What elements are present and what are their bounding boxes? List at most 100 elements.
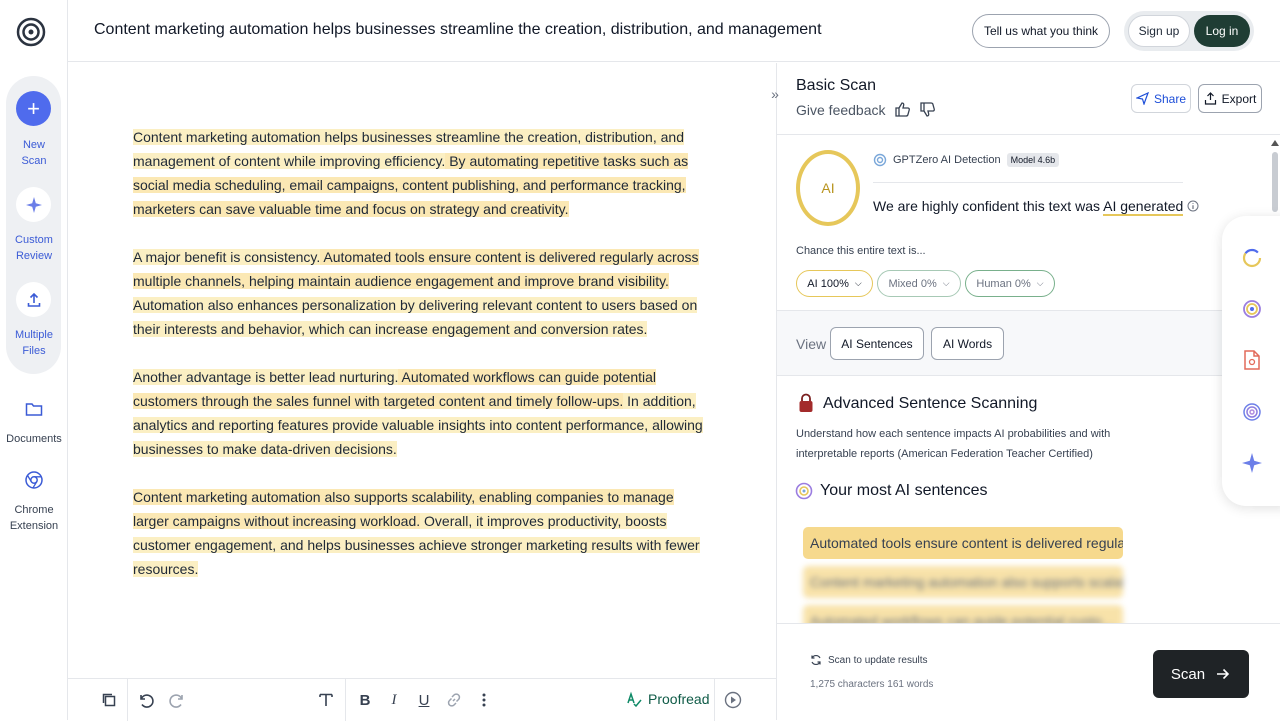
refresh-icon <box>811 654 821 666</box>
chrome-extension-label[interactable]: Chrome Extension <box>0 502 68 534</box>
model-badge: Model 4.6b <box>1006 153 1060 167</box>
human-percent-label: Human 0% <box>976 277 1031 290</box>
documents-button[interactable] <box>22 397 46 421</box>
view-label: View <box>796 336 827 352</box>
folder-icon <box>25 403 43 416</box>
document-body[interactable]: Content marketing automation helps busin… <box>133 125 713 605</box>
ai-sentence-item: Content marketing automation also suppor… <box>803 566 1123 598</box>
proofread-icon <box>627 691 642 707</box>
auth-group: Sign up Log in <box>1124 11 1254 51</box>
custom-review-label[interactable]: Custom Review <box>0 232 68 264</box>
detector-row: GPTZero AI Detection Model 4.6b <box>873 153 1060 167</box>
share-button[interactable]: Share <box>1131 84 1191 113</box>
scan-button[interactable]: Scan <box>1153 650 1249 698</box>
floating-tools <box>1222 216 1280 506</box>
collapse-panel-icon[interactable]: » <box>765 84 785 104</box>
ai-sentence-item[interactable]: Automated tools ensure content is delive… <box>803 527 1123 559</box>
chrome-icon <box>25 471 43 489</box>
redo-icon[interactable] <box>166 689 188 711</box>
info-icon[interactable] <box>1187 200 1199 212</box>
left-sidebar: + New Scan Custom Review Multiple Files Doc… <box>0 0 68 720</box>
sparkle-icon <box>25 196 42 213</box>
confidence-mid: this text was <box>1019 198 1104 214</box>
toolbar-divider <box>714 679 715 721</box>
confidence-verdict: AI generated <box>1103 198 1184 216</box>
toolbar-divider <box>345 679 346 721</box>
document-report-icon[interactable] <box>1240 348 1264 372</box>
advanced-scanning-title: Advanced Sentence Scanning <box>823 395 1038 412</box>
scan-status-label: Scan to update results <box>828 654 928 666</box>
results-panel: Basic Scan Give feedback Share Export AI… <box>776 63 1280 720</box>
paragraph: Content marketing automation also suppor… <box>133 485 713 581</box>
document-title[interactable]: Content marketing automation helps busin… <box>94 21 822 39</box>
advanced-scanning-desc: Understand how each sentence impacts AI … <box>796 428 1111 460</box>
most-ai-sentences-title: Your most AI sentences <box>820 482 988 499</box>
ai-words-button[interactable]: AI Words <box>931 327 1004 360</box>
fingerprint-icon[interactable] <box>1240 400 1264 424</box>
arrow-right-icon <box>1217 668 1230 680</box>
ai-scan-tool-icon[interactable] <box>1240 246 1264 270</box>
gptzero-logo[interactable] <box>15 14 47 50</box>
chevron-down-icon: ⌵ <box>942 278 950 288</box>
ai-percent-pill[interactable]: AI 100% ⌵ <box>796 270 873 297</box>
sentence: Another advantage is better lead nurturi… <box>133 369 399 385</box>
play-icon[interactable] <box>722 689 744 711</box>
copy-icon[interactable] <box>98 689 120 711</box>
character-word-count: 1,275 characters 161 words <box>810 679 934 690</box>
paragraph: A major benefit is consistency. Automate… <box>133 245 713 341</box>
sign-up-button[interactable]: Sign up <box>1128 15 1190 47</box>
ai-percent-label: AI 100% <box>807 277 849 290</box>
link-icon[interactable] <box>443 689 465 711</box>
scan-status: Scan to update results <box>810 654 928 666</box>
custom-review-button[interactable] <box>16 187 51 222</box>
text-style-icon[interactable] <box>315 689 337 711</box>
thumbs-down-icon[interactable] <box>919 101 936 118</box>
editor-toolbar: B I U Proofread <box>68 678 776 721</box>
multiple-files-button[interactable] <box>16 282 51 317</box>
new-scan-label[interactable]: New Scan <box>0 137 68 169</box>
scan-label: Scan <box>1170 665 1206 683</box>
panel-title: Basic Scan <box>796 77 877 94</box>
undo-icon[interactable] <box>135 689 157 711</box>
export-icon <box>1204 92 1216 105</box>
mixed-percent-label: Mixed 0% <box>888 277 937 290</box>
scroll-thumb[interactable] <box>1272 152 1278 212</box>
thumbs-up-icon[interactable] <box>894 101 911 118</box>
confidence-level: highly confident <box>921 198 1020 214</box>
more-options-icon[interactable] <box>473 689 495 711</box>
top-header: Content marketing automation helps busin… <box>68 0 1280 62</box>
ai-score-ring: AI <box>796 150 860 226</box>
human-percent-pill[interactable]: Human 0% ⌵ <box>965 270 1055 297</box>
mixed-percent-pill[interactable]: Mixed 0% ⌵ <box>877 270 961 297</box>
export-button[interactable]: Export <box>1198 84 1262 113</box>
tell-us-button[interactable]: Tell us what you think <box>972 14 1110 48</box>
view-toggle-bar: View AI Sentences AI Words <box>777 310 1280 376</box>
lock-icon <box>799 393 813 412</box>
sparkle-tool-icon[interactable] <box>1240 451 1264 475</box>
share-label: Share <box>1153 91 1187 106</box>
documents-label[interactable]: Documents <box>0 431 68 447</box>
ai-sentences-button[interactable]: AI Sentences <box>830 327 924 360</box>
give-feedback-label: Give feedback <box>796 101 886 118</box>
give-feedback: Give feedback <box>796 101 936 118</box>
text-editor[interactable]: Content marketing automation helps busin… <box>68 63 776 678</box>
scroll-up-arrow[interactable] <box>1271 140 1279 146</box>
proofread-label: Proofread <box>648 691 710 707</box>
bold-icon[interactable]: B <box>354 689 376 711</box>
gptzero-small-icon <box>873 153 887 167</box>
log-in-button[interactable]: Log in <box>1194 15 1250 47</box>
upload-icon <box>27 292 40 307</box>
sentence: A major benefit is consistency. <box>133 249 321 265</box>
proofread-button[interactable]: Proofread <box>626 691 709 707</box>
new-scan-button[interactable]: + <box>16 91 51 126</box>
export-label: Export <box>1221 91 1257 106</box>
confidence-statement: We are highly confident this text was AI… <box>873 198 1199 216</box>
underline-icon[interactable]: U <box>413 689 435 711</box>
multiple-files-label[interactable]: Multiple Files <box>0 327 68 359</box>
source-finder-icon[interactable] <box>1240 297 1264 321</box>
ai-sentences-icon <box>795 482 813 500</box>
chrome-extension-button[interactable] <box>22 468 46 492</box>
send-icon <box>1135 92 1149 105</box>
confidence-pre: We are <box>873 198 922 214</box>
italic-icon[interactable]: I <box>383 689 405 711</box>
